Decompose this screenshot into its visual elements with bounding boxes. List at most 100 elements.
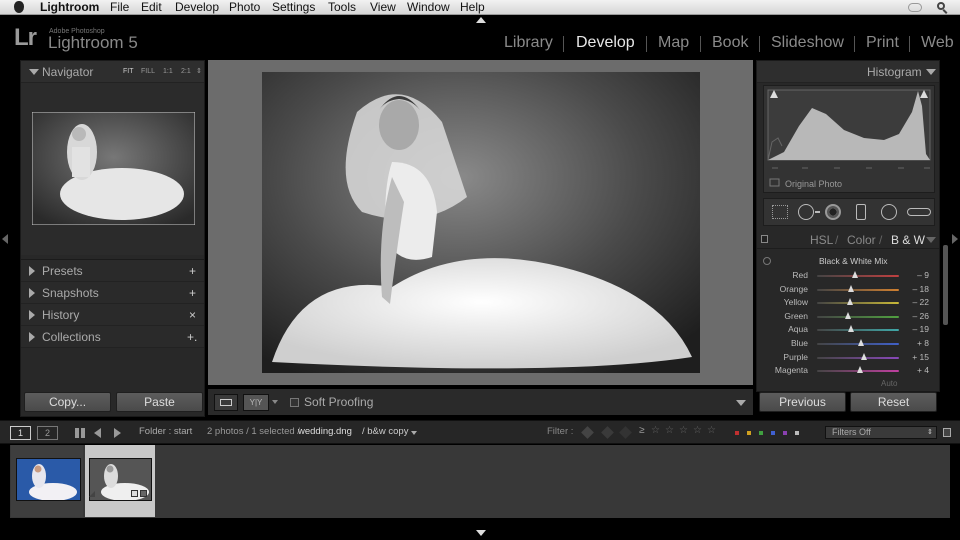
color-label-filter-icon[interactable]: [759, 431, 763, 435]
color-label-filter-icon[interactable]: [795, 431, 799, 435]
apple-icon[interactable]: [14, 1, 24, 13]
paste-button[interactable]: Paste: [116, 392, 203, 412]
filmstrip-cell[interactable]: [11, 445, 83, 517]
screen-1-button[interactable]: 1: [10, 426, 31, 440]
wedding-color-thumb[interactable]: [16, 458, 81, 501]
slider-track[interactable]: [817, 302, 899, 305]
menu-settings[interactable]: Settings: [272, 0, 315, 15]
slider-knob[interactable]: [848, 284, 855, 292]
star-filter-icon[interactable]: ☆: [693, 425, 702, 436]
tab-hsl[interactable]: HSL: [810, 233, 833, 247]
bw-slider-red[interactable]: Red – 9: [757, 269, 937, 282]
section-presets[interactable]: Presets +: [21, 260, 204, 282]
source-label[interactable]: Folder : start: [139, 426, 192, 437]
copy-button[interactable]: Copy...: [24, 392, 111, 412]
soft-proofing-checkbox[interactable]: [290, 398, 299, 407]
slider-track[interactable]: [817, 315, 899, 318]
left-panel-collapse-icon[interactable]: [2, 234, 8, 244]
grid-view-icon[interactable]: [75, 428, 85, 438]
navigator-header[interactable]: Navigator FIT FILL 1:1 2:1 ⇕: [21, 61, 204, 83]
virtual-copy-name[interactable]: / b&w copy: [362, 426, 408, 437]
before-after-button[interactable]: Y|Y: [243, 394, 269, 411]
zoom-fill[interactable]: FILL: [141, 61, 155, 83]
flag-filter-icon[interactable]: [619, 426, 632, 439]
zoom-fit[interactable]: FIT: [123, 61, 134, 83]
histogram-header[interactable]: Histogram: [757, 61, 939, 83]
zoom-more-icon[interactable]: ⇕: [196, 61, 202, 83]
slider-value[interactable]: – 19: [905, 324, 929, 334]
navigator-thumbnail[interactable]: [32, 112, 195, 225]
filter-lock-icon[interactable]: [943, 428, 951, 437]
module-print[interactable]: Print: [866, 34, 899, 52]
slider-knob[interactable]: [860, 352, 867, 360]
section-history[interactable]: History ×: [21, 304, 204, 326]
flag-filter-icon[interactable]: [601, 426, 614, 439]
zoom-1-1[interactable]: 1:1: [163, 61, 173, 83]
add-preset-icon[interactable]: +: [189, 260, 196, 282]
panel-switch-icon[interactable]: [761, 235, 768, 243]
screen-2-button[interactable]: 2: [37, 426, 58, 440]
graduated-filter-icon[interactable]: [856, 204, 866, 220]
module-map[interactable]: Map: [658, 34, 689, 52]
toolbar-menu-icon[interactable]: [736, 400, 746, 406]
slider-value[interactable]: + 4: [905, 365, 929, 375]
menu-view[interactable]: View: [370, 0, 396, 15]
bw-slider-orange[interactable]: Orange – 18: [757, 283, 937, 296]
view-menu-icon[interactable]: [272, 400, 278, 404]
tab-bw[interactable]: B & W: [891, 233, 925, 247]
filmstrip-cell-selected[interactable]: [85, 445, 155, 517]
menu-tools[interactable]: Tools: [328, 0, 356, 15]
slider-value[interactable]: – 22: [905, 297, 929, 307]
add-snapshot-icon[interactable]: +: [189, 282, 196, 304]
star-filter-icon[interactable]: ☆: [679, 425, 688, 436]
menu-photo[interactable]: Photo: [229, 0, 260, 15]
menu-file[interactable]: File: [110, 0, 129, 15]
module-develop[interactable]: Develop: [576, 34, 635, 52]
module-library[interactable]: Library: [504, 34, 553, 52]
bw-slider-magenta[interactable]: Magenta + 4: [757, 364, 937, 377]
slider-knob[interactable]: [847, 325, 854, 333]
filter-preset-select[interactable]: Filters Off ⇕: [825, 426, 937, 439]
selected-filename[interactable]: wedding.dng: [298, 426, 352, 437]
color-label-filter-icon[interactable]: [747, 431, 751, 435]
slider-knob[interactable]: [845, 311, 852, 319]
slider-knob[interactable]: [846, 298, 853, 306]
star-filter-icon[interactable]: ☆: [707, 425, 716, 436]
auto-button[interactable]: Auto: [881, 379, 897, 388]
menu-help[interactable]: Help: [460, 0, 485, 15]
slider-value[interactable]: – 9: [905, 270, 929, 280]
star-filter-icon[interactable]: ☆: [665, 425, 674, 436]
bw-slider-aqua[interactable]: Aqua – 19: [757, 323, 937, 336]
loupe-view-button[interactable]: [214, 394, 238, 411]
menu-develop[interactable]: Develop: [175, 0, 219, 15]
slider-knob[interactable]: [856, 366, 863, 374]
top-panel-collapse-icon[interactable]: [476, 17, 486, 23]
rating-comparator-icon[interactable]: ≥: [639, 425, 645, 436]
adjustment-brush-icon[interactable]: [907, 208, 931, 216]
file-menu-icon[interactable]: [411, 431, 417, 435]
forward-arrow-icon[interactable]: [114, 428, 121, 438]
star-filter-icon[interactable]: ☆: [651, 425, 660, 436]
bw-slider-green[interactable]: Green – 26: [757, 310, 937, 323]
slider-knob[interactable]: [858, 339, 865, 346]
module-web[interactable]: Web: [921, 34, 954, 52]
menu-window[interactable]: Window: [407, 0, 450, 15]
slider-track[interactable]: [817, 275, 899, 277]
sync-icon[interactable]: [908, 3, 922, 12]
color-label-filter-icon[interactable]: [735, 431, 739, 435]
slider-knob[interactable]: [851, 271, 858, 278]
zoom-2-1[interactable]: 2:1: [181, 61, 191, 83]
bw-slider-purple[interactable]: Purple + 15: [757, 351, 937, 364]
right-panel-scrollbar[interactable]: [943, 245, 948, 325]
slider-track[interactable]: [817, 288, 899, 291]
menu-edit[interactable]: Edit: [141, 0, 162, 15]
clear-history-icon[interactable]: ×: [189, 304, 196, 326]
section-collections[interactable]: Collections +.: [21, 326, 204, 348]
bw-slider-yellow[interactable]: Yellow – 22: [757, 296, 937, 309]
section-snapshots[interactable]: Snapshots +: [21, 282, 204, 304]
targeted-adjustment-icon[interactable]: [763, 257, 771, 265]
slider-track[interactable]: [817, 356, 899, 359]
flag-filter-icon[interactable]: [581, 426, 594, 439]
color-label-filter-icon[interactable]: [783, 431, 787, 435]
back-arrow-icon[interactable]: [94, 428, 101, 438]
